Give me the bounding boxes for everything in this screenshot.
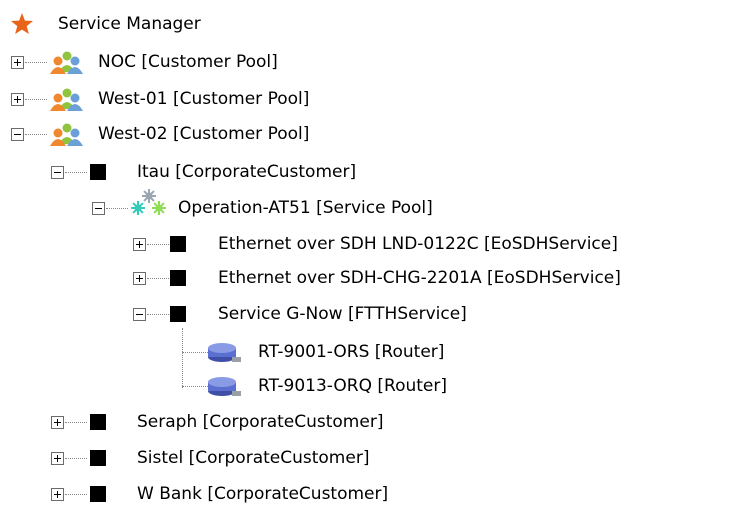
tree-node-label: Ethernet over SDH-CHG-2201A [EoSDHServic…	[218, 268, 621, 288]
customer-pool-icon	[50, 51, 83, 74]
tree-connector	[182, 386, 208, 387]
tree-node-label: Ethernet over SDH LND-0122C [EoSDHServic…	[218, 234, 618, 254]
collapse-toggle-icon[interactable]	[51, 166, 64, 179]
tree-root[interactable]: Service Manager	[0, 10, 260, 38]
star-icon	[11, 13, 33, 34]
tree-node-eosdh-chg-2201a[interactable]: Ethernet over SDH-CHG-2201A [EoSDHServic…	[0, 264, 749, 292]
expand-toggle-icon[interactable]	[11, 93, 24, 106]
collapse-toggle-icon[interactable]	[11, 128, 24, 141]
tree-node-label: RT-9001-ORS [Router]	[258, 342, 445, 362]
router-icon	[208, 377, 241, 396]
tree-node-eosdh-lnd-0122c[interactable]: Ethernet over SDH LND-0122C [EoSDHServic…	[0, 230, 749, 258]
tree-node-label: Operation-AT51 [Service Pool]	[178, 198, 433, 218]
tree-connector	[65, 422, 87, 423]
tree-node-label: Sistel [CorporateCustomer]	[137, 448, 370, 468]
tree-node-label: Seraph [CorporateCustomer]	[137, 412, 384, 432]
tree-root-label: Service Manager	[58, 14, 201, 34]
tree-connector	[147, 314, 169, 315]
tree-connector	[25, 99, 47, 100]
tree-node-label: West-01 [Customer Pool]	[98, 89, 310, 109]
expand-toggle-icon[interactable]	[51, 488, 64, 501]
tree-node-label: Service G-Now [FTTHService]	[218, 304, 467, 324]
tree-connector	[65, 172, 87, 173]
tree-node-sistel[interactable]: Sistel [CorporateCustomer]	[0, 444, 480, 472]
tree-node-label: W Bank [CorporateCustomer]	[137, 484, 389, 504]
tree-connector	[25, 62, 47, 63]
customer-pool-icon	[50, 123, 83, 146]
corporate-customer-icon	[90, 450, 106, 466]
collapse-toggle-icon[interactable]	[92, 202, 105, 215]
corporate-customer-icon	[90, 164, 106, 180]
tree-node-rt-9001-ors[interactable]: RT-9001-ORS [Router]	[0, 338, 560, 366]
service-icon	[170, 270, 186, 286]
corporate-customer-icon	[90, 486, 106, 502]
tree-node-itau[interactable]: Itau [CorporateCustomer]	[0, 158, 440, 186]
collapse-toggle-icon[interactable]	[133, 308, 146, 321]
tree-node-west-02[interactable]: West-02 [Customer Pool]	[0, 120, 400, 148]
expand-toggle-icon[interactable]	[51, 452, 64, 465]
tree-node-label: NOC [Customer Pool]	[98, 52, 278, 72]
corporate-customer-icon	[90, 414, 106, 430]
router-icon	[208, 343, 241, 362]
service-icon	[170, 306, 186, 322]
tree-node-label: RT-9013-ORQ [Router]	[258, 376, 447, 396]
tree-connector	[25, 134, 47, 135]
tree-node-operation-at51[interactable]: Operation-AT51 [Service Pool]	[0, 189, 530, 222]
tree-connector	[147, 244, 169, 245]
service-manager-tree: Service Manager NOC [Customer Pool] West…	[0, 0, 749, 504]
expand-toggle-icon[interactable]	[11, 56, 24, 69]
tree-node-noc[interactable]: NOC [Customer Pool]	[0, 48, 360, 76]
customer-pool-icon	[50, 88, 83, 111]
expand-toggle-icon[interactable]	[133, 272, 146, 285]
tree-connector	[147, 278, 169, 279]
tree-node-label: West-02 [Customer Pool]	[98, 124, 310, 144]
service-pool-icon	[131, 189, 166, 215]
tree-connector	[65, 494, 87, 495]
tree-node-seraph[interactable]: Seraph [CorporateCustomer]	[0, 408, 480, 436]
expand-toggle-icon[interactable]	[133, 238, 146, 251]
tree-node-west-01[interactable]: West-01 [Customer Pool]	[0, 85, 400, 113]
tree-node-label: Itau [CorporateCustomer]	[137, 162, 357, 182]
tree-connector	[182, 352, 208, 353]
tree-connector	[106, 208, 128, 209]
service-icon	[170, 236, 186, 252]
tree-node-service-g-now[interactable]: Service G-Now [FTTHService]	[0, 300, 600, 328]
tree-node-rt-9013-orq[interactable]: RT-9013-ORQ [Router]	[0, 372, 560, 400]
tree-connector	[65, 458, 87, 459]
expand-toggle-icon[interactable]	[51, 416, 64, 429]
